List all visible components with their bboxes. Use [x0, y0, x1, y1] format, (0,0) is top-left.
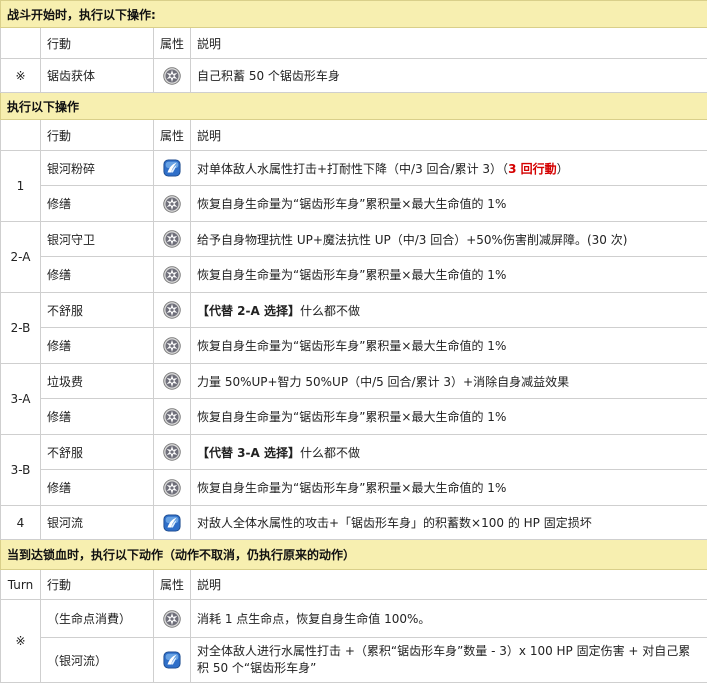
action-name: 银河粉碎 [40, 150, 154, 186]
table-row: 修缮 恢复自身生命量为“锯齿形车身”累积量×最大生命值的 1% [1, 185, 707, 222]
water-attribute-icon [163, 514, 181, 532]
gear-attribute-icon [163, 372, 181, 390]
section-header-lock-hp: 当到达锁血时，执行以下动作（动作不取消，仍执行原来的动作） [0, 539, 707, 570]
section-header-actions: 执行以下操作 [0, 92, 707, 120]
gear-attribute-icon [163, 479, 181, 497]
column-header-row: 行動 属性 説明 [0, 27, 707, 59]
table-row: ※ 锯齿获体 自己积蓄 50 个锯齿形车身 [0, 58, 707, 93]
description: 恢复自身生命量为“锯齿形车身”累积量×最大生命值的 1% [190, 185, 707, 222]
description: 力量 50%UP+智力 50%UP（中/5 回合/累计 3）+消除自身减益效果 [190, 363, 707, 399]
table-row: 4 银河流 对敌人全体水属性的攻击+「锯齿形车身」的积蓄数×100 的 HP 固… [0, 505, 707, 540]
header-action: 行動 [40, 569, 154, 600]
description: 对全体敌人进行水属性打击 +（累积“锯齿形车身”数量 - 3）x 100 HP … [190, 637, 707, 683]
action-name: 修缮 [40, 469, 154, 506]
action-name: 银河流 [40, 505, 154, 540]
turn-cell: ※ [0, 599, 41, 683]
gear-attribute-icon [163, 67, 181, 85]
header-desc: 説明 [190, 119, 707, 151]
column-header-row: 行動 属性 説明 [0, 119, 707, 151]
header-turn: Turn [0, 569, 41, 600]
skill-table: 战斗开始时，执行以下操作: 行動 属性 説明 ※ 锯齿获体 自己积蓄 50 个锯… [0, 0, 707, 683]
water-attribute-icon [163, 651, 181, 669]
description: 消耗 1 点生命点，恢复自身生命值 100%。 [190, 599, 707, 638]
gear-attribute-icon [163, 337, 181, 355]
description: 恢复自身生命量为“锯齿形车身”累积量×最大生命值的 1% [190, 469, 707, 506]
table-row: 修缮 恢复自身生命量为“锯齿形车身”累积量×最大生命值的 1% [1, 398, 707, 435]
action-name: 不舒服 [40, 434, 154, 470]
gear-attribute-icon [163, 195, 181, 213]
header-desc: 説明 [190, 569, 707, 600]
description: 给予自身物理抗性 UP+魔法抗性 UP（中/3 回合）+50%伤害削减屏障。(3… [190, 221, 707, 257]
water-attribute-icon [163, 159, 181, 177]
table-row: 修缮 恢复自身生命量为“锯齿形车身”累积量×最大生命值的 1% [1, 327, 707, 364]
header-action: 行動 [40, 119, 154, 151]
gear-attribute-icon [163, 266, 181, 284]
gear-attribute-icon [163, 610, 181, 628]
description: 恢复自身生命量为“锯齿形车身”累积量×最大生命值的 1% [190, 256, 707, 293]
header-attr: 属性 [153, 119, 191, 151]
section-header-battle-start: 战斗开始时，执行以下操作: [0, 0, 707, 28]
gear-attribute-icon [163, 443, 181, 461]
description: 【代替 2-A 选择】什么都不做 [190, 292, 707, 328]
section-title: 当到达锁血时，执行以下动作（动作不取消，仍执行原来的动作） [0, 539, 707, 570]
action-name: 银河守卫 [40, 221, 154, 257]
action-name: （银河流） [40, 637, 154, 683]
table-row: 3-B 不舒服 【代替 3-A 选择】什么都不做 [0, 434, 707, 506]
table-row: 1 银河粉碎 对单体敌人水属性打击+打耐性下降（中/3 回合/累计 3）（3 回… [0, 150, 707, 222]
column-header-row: Turn 行動 属性 説明 [0, 569, 707, 600]
header-attr: 属性 [153, 569, 191, 600]
turn-cell: 4 [0, 505, 41, 540]
action-name: （生命点消費） [40, 599, 154, 638]
table-row: ※ （生命点消費） 消耗 1 点生命点，恢复自身生命值 100%。 [0, 599, 707, 683]
header-attr: 属性 [153, 27, 191, 59]
description: 自己积蓄 50 个锯齿形车身 [190, 58, 707, 93]
table-row: 2-B 不舒服 【代替 2-A 选择】什么都不做 [0, 292, 707, 364]
action-name: 不舒服 [40, 292, 154, 328]
action-name: 修缮 [40, 398, 154, 435]
action-name: 修缮 [40, 185, 154, 222]
action-name: 修缮 [40, 256, 154, 293]
action-name: 修缮 [40, 327, 154, 364]
turn-cell: 2-B [0, 292, 41, 364]
turn-cell: 2-A [0, 221, 41, 293]
turn-cell: ※ [0, 58, 41, 93]
gear-attribute-icon [163, 230, 181, 248]
gear-attribute-icon [163, 301, 181, 319]
section-title: 战斗开始时，执行以下操作: [0, 0, 707, 28]
table-row: 修缮 恢复自身生命量为“锯齿形车身”累积量×最大生命值的 1% [1, 256, 707, 293]
header-action: 行動 [40, 27, 154, 59]
description: 对单体敌人水属性打击+打耐性下降（中/3 回合/累计 3）（3 回行動） [190, 150, 707, 186]
header-desc: 説明 [190, 27, 707, 59]
action-name: 锯齿获体 [40, 58, 154, 93]
section-title: 执行以下操作 [0, 92, 707, 120]
turn-cell: 3-A [0, 363, 41, 435]
action-count-highlight: 3 回行動 [508, 161, 557, 176]
table-row: 2-A 银河守卫 给予自身物理抗性 UP+魔法抗性 UP（中/3 回合）+50%… [0, 221, 707, 293]
description: 对敌人全体水属性的攻击+「锯齿形车身」的积蓄数×100 的 HP 固定损坏 [190, 505, 707, 540]
description: 恢复自身生命量为“锯齿形车身”累积量×最大生命值的 1% [190, 327, 707, 364]
turn-cell: 1 [0, 150, 41, 222]
action-name: 垃圾费 [40, 363, 154, 399]
description: 恢复自身生命量为“锯齿形车身”累积量×最大生命值的 1% [190, 398, 707, 435]
turn-cell: 3-B [0, 434, 41, 506]
table-row: 修缮 恢复自身生命量为“锯齿形车身”累积量×最大生命值的 1% [1, 469, 707, 506]
table-row: 3-A 垃圾费 力量 50%UP+智力 50%UP（中/5 回合/累计 3）+消… [0, 363, 707, 435]
table-row: （银河流） 对全体敌人进行水属性打击 +（累积“锯齿形车身”数量 - 3）x 1… [1, 637, 707, 683]
gear-attribute-icon [163, 408, 181, 426]
description: 【代替 3-A 选择】什么都不做 [190, 434, 707, 470]
